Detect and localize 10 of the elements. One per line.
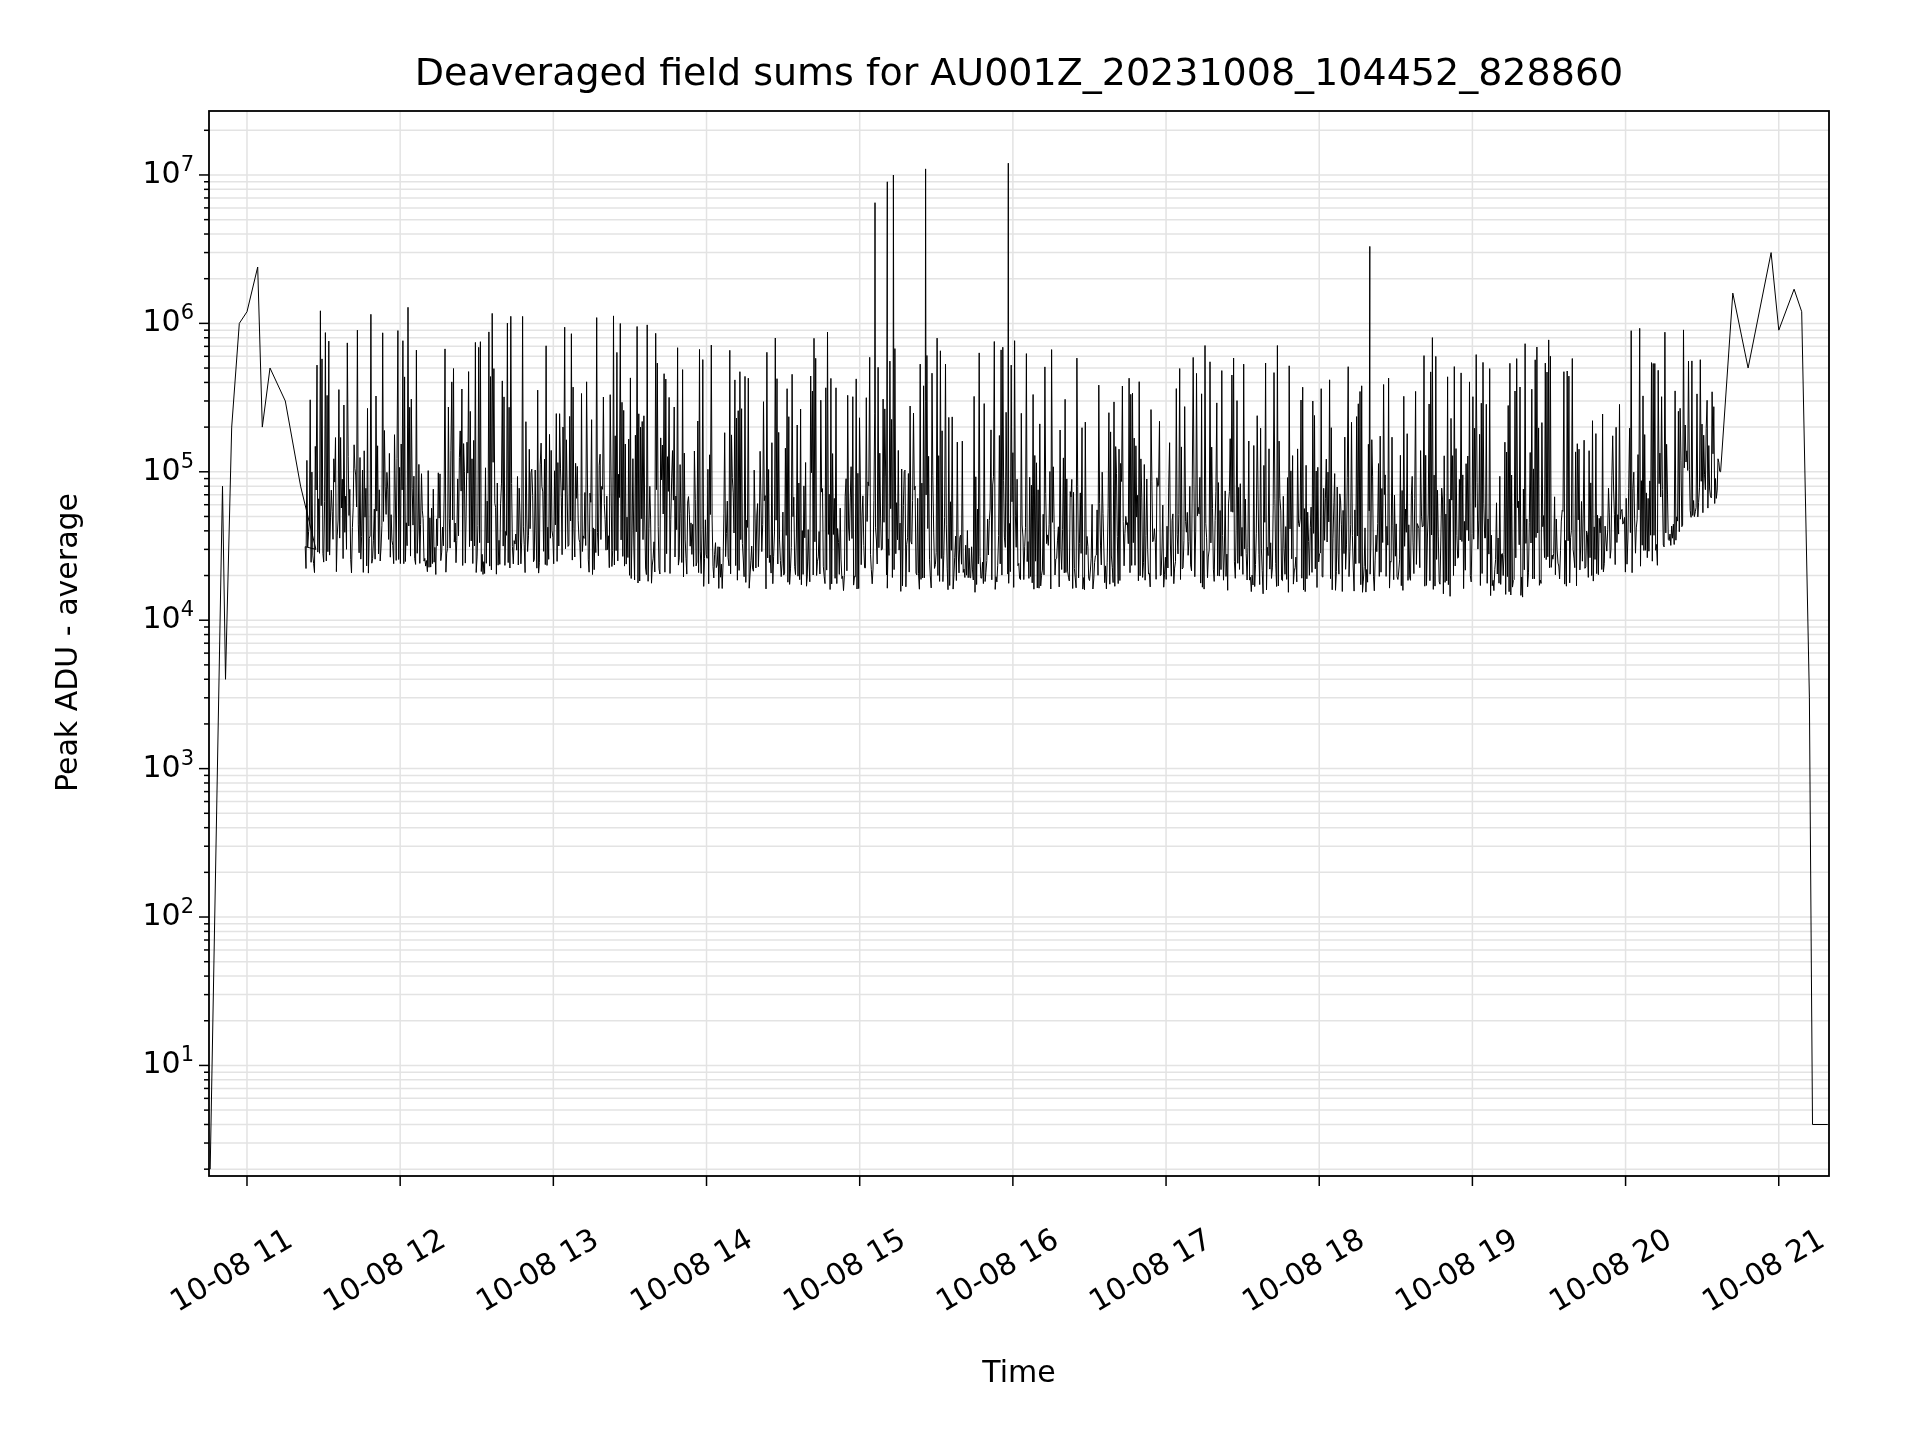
y-axis-label: Peak ADU - average: [47, 491, 85, 795]
y-tick-label: 10$^{5}$: [141, 449, 194, 489]
y-tick-label: 10$^{4}$: [141, 598, 194, 638]
y-tick-label: 10$^{6}$: [141, 301, 194, 341]
x-axis-label: Time: [981, 1353, 1057, 1391]
y-tick-label: 10$^{1}$: [141, 1043, 194, 1083]
y-tick-label: 10$^{2}$: [141, 895, 194, 934]
y-tick-label: 10$^{7}$: [141, 152, 194, 192]
chart-title: Deaveraged field sums for AU001Z_20231008_104452_828860: [413, 50, 1625, 96]
y-tick-label: 10$^{3}$: [141, 746, 194, 786]
